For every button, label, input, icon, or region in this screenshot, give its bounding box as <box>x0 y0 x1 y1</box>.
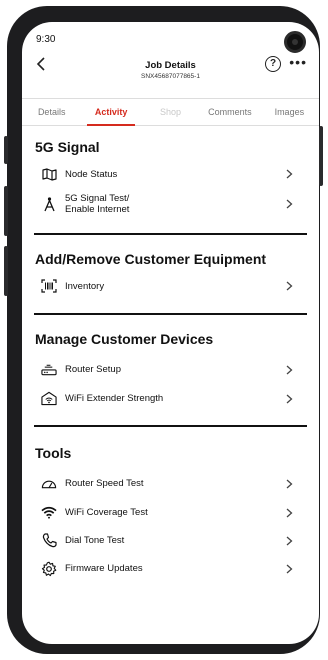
map-icon <box>41 166 57 182</box>
phone-frame: 9:30 Job Details SNX45687077865-1 ? ••• … <box>4 6 323 654</box>
side-button <box>4 186 8 236</box>
chevron-right-icon <box>286 199 300 209</box>
gear-icon <box>41 561 57 577</box>
row-label: 5G Signal Test/ Enable Internet <box>65 193 286 215</box>
antenna-icon <box>41 196 57 212</box>
row-label: Router Setup <box>65 364 121 375</box>
activity-content: 5G Signal Node Status 5G Signal Test/ En… <box>22 125 319 583</box>
row-label: Inventory <box>65 280 105 292</box>
tab-details[interactable]: Details <box>22 99 81 125</box>
row-label-line1: 5G Signal Test/ <box>65 193 130 204</box>
side-button <box>4 246 8 296</box>
more-menu-button[interactable]: ••• <box>289 54 307 70</box>
router-speed-test-row[interactable]: Router Speed Test <box>35 469 306 498</box>
wifi-extender-icon <box>41 391 57 407</box>
section-title: Manage Customer Devices <box>35 331 214 347</box>
inventory-row[interactable]: Inventory <box>35 273 306 299</box>
section-tools: Tools Router Speed Test WiFi Coverage Te… <box>22 427 319 583</box>
row-label: Dial Tone Test <box>65 535 125 546</box>
chevron-right-icon <box>286 508 300 518</box>
chevron-right-icon <box>286 479 300 489</box>
row-label: Router Speed Test <box>65 478 144 489</box>
tab-shop: Shop <box>160 107 182 117</box>
barcode-scan-icon <box>41 278 57 294</box>
chevron-right-icon <box>286 169 300 179</box>
front-camera <box>284 31 306 53</box>
section-title: 5G Signal <box>35 139 100 155</box>
tab-comments[interactable]: Comments <box>200 99 259 125</box>
tab-images[interactable]: Images <box>260 99 319 125</box>
router-setup-row[interactable]: Router Setup <box>35 355 306 384</box>
section-customer-equipment: Add/Remove Customer Equipment Inventory <box>22 235 319 313</box>
side-button <box>319 126 323 186</box>
side-button <box>4 136 8 164</box>
firmware-updates-row[interactable]: Firmware Updates <box>35 554 306 583</box>
row-label: Firmware Updates <box>65 563 143 574</box>
chevron-right-icon <box>286 281 300 291</box>
speedometer-icon <box>41 476 57 492</box>
row-label: WiFi Extender Strength <box>65 393 164 404</box>
app-header: Job Details SNX45687077865-1 ? ••• <box>22 54 319 94</box>
status-time: 9:30 <box>36 34 56 45</box>
job-number: SNX45687077865-1 <box>141 73 200 80</box>
section-title: Add/Remove Customer Equipment <box>35 251 267 267</box>
chevron-right-icon <box>286 536 300 546</box>
section-5g-signal: 5G Signal Node Status 5G Signal Test/ En… <box>22 125 319 233</box>
chevron-right-icon <box>286 394 300 404</box>
wifi-icon <box>41 505 57 521</box>
wifi-extender-row[interactable]: WiFi Extender Strength <box>35 384 306 413</box>
help-button[interactable]: ? <box>265 56 281 72</box>
tab-bar: Details Activity Shop Comments Images <box>22 98 319 126</box>
dial-tone-test-row[interactable]: Dial Tone Test <box>35 527 306 554</box>
wifi-coverage-test-row[interactable]: WiFi Coverage Test <box>35 498 306 527</box>
tab-activity[interactable]: Activity <box>81 99 140 126</box>
row-label-line2: Enable Internet <box>65 204 130 215</box>
phone-icon <box>41 533 57 549</box>
row-label: Node Status <box>65 168 118 180</box>
chevron-right-icon <box>286 365 300 375</box>
section-title: Tools <box>35 445 72 461</box>
node-status-row[interactable]: Node Status <box>35 161 306 187</box>
section-customer-devices: Manage Customer Devices Router Setup WiF… <box>22 315 319 425</box>
row-label: WiFi Coverage Test <box>65 507 148 518</box>
app-screen: 9:30 Job Details SNX45687077865-1 ? ••• … <box>22 22 319 644</box>
router-icon <box>41 362 57 378</box>
signal-test-row[interactable]: 5G Signal Test/ Enable Internet <box>35 187 306 221</box>
chevron-right-icon <box>286 564 300 574</box>
